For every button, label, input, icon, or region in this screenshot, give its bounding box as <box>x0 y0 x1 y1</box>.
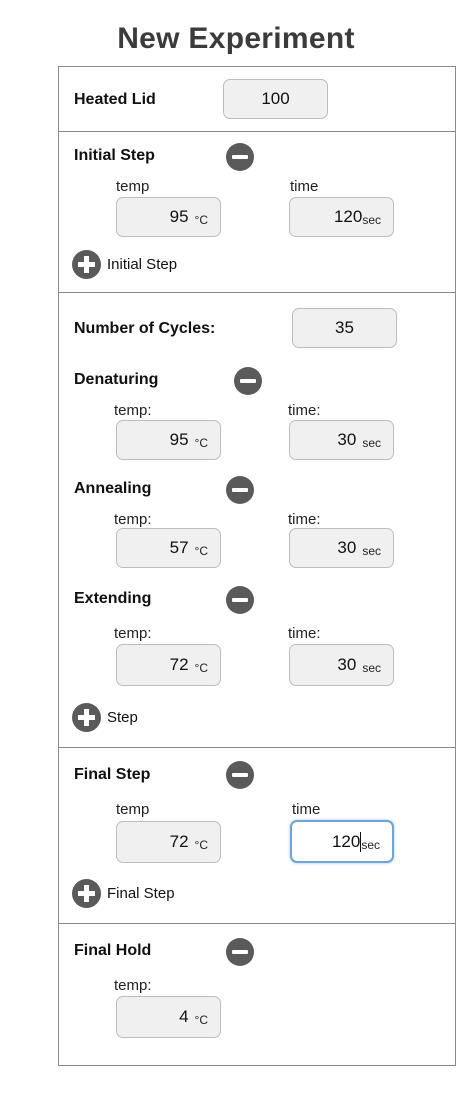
extending-time-value: 30 <box>337 655 357 674</box>
annealing-label: Annealing <box>74 480 152 497</box>
extending-temp-input[interactable]: 72 °C <box>116 644 221 686</box>
page-title: New Experiment <box>117 22 355 55</box>
denaturing-time-label: time: <box>288 402 321 419</box>
denaturing-temp-input[interactable]: 95 °C <box>116 420 221 460</box>
section-divider <box>59 923 455 924</box>
remove-extending-icon[interactable] <box>226 586 254 614</box>
final-temp-value: 72 <box>169 832 189 851</box>
denaturing-temp-unit: °C <box>194 436 208 450</box>
add-final-step-label: Final Step <box>107 885 175 902</box>
initial-time-unit: sec <box>362 213 381 227</box>
remove-final-hold-icon[interactable] <box>226 938 254 966</box>
heated-lid-label: Heated Lid <box>74 91 156 108</box>
add-step-label: Step <box>107 709 138 726</box>
final-hold-label: Final Hold <box>74 942 152 959</box>
final-time-unit: sec <box>361 837 380 852</box>
denaturing-time-input[interactable]: 30 sec <box>289 420 394 460</box>
cycles-label: Number of Cycles: <box>74 320 216 337</box>
final-hold-temp-label: temp: <box>114 977 152 994</box>
annealing-temp-label: temp: <box>114 511 152 528</box>
heated-lid-input[interactable]: 100 <box>223 79 328 119</box>
final-hold-temp-unit: °C <box>194 1013 208 1027</box>
cycles-input[interactable]: 35 <box>292 308 397 348</box>
cycles-value: 35 <box>335 318 354 337</box>
final-time-label: time <box>292 801 321 818</box>
extending-temp-value: 72 <box>169 655 189 674</box>
initial-time-label: time <box>290 178 319 195</box>
section-divider <box>59 747 455 748</box>
annealing-time-label: time: <box>288 511 321 528</box>
denaturing-label: Denaturing <box>74 371 159 388</box>
annealing-time-input[interactable]: 30 sec <box>289 528 394 568</box>
initial-temp-label: temp <box>116 178 150 195</box>
extending-time-unit: sec <box>362 661 381 675</box>
add-initial-step-button[interactable]: Initial Step <box>72 250 177 279</box>
initial-temp-unit: °C <box>194 213 208 227</box>
add-step-button[interactable]: Step <box>72 703 138 732</box>
annealing-temp-value: 57 <box>169 538 189 557</box>
extending-temp-label: temp: <box>114 625 152 642</box>
extending-time-input[interactable]: 30 sec <box>289 644 394 686</box>
section-divider <box>59 131 455 132</box>
final-hold-temp-input[interactable]: 4 °C <box>116 996 221 1038</box>
plus-circle-icon <box>72 703 101 732</box>
final-temp-input[interactable]: 72 °C <box>116 821 221 863</box>
remove-denaturing-icon[interactable] <box>234 367 262 395</box>
remove-final-step-icon[interactable] <box>226 761 254 789</box>
denaturing-temp-label: temp: <box>114 402 152 419</box>
denaturing-temp-value: 95 <box>169 430 189 449</box>
plus-circle-icon <box>72 250 101 279</box>
final-step-label: Final Step <box>74 766 151 783</box>
initial-time-value: 120 <box>333 207 363 226</box>
denaturing-time-value: 30 <box>337 430 357 449</box>
final-temp-label: temp <box>116 801 150 818</box>
denaturing-time-unit: sec <box>362 436 381 450</box>
plus-circle-icon <box>72 879 101 908</box>
initial-temp-input[interactable]: 95 °C <box>116 197 221 237</box>
extending-temp-unit: °C <box>194 661 208 675</box>
final-hold-temp-value: 4 <box>179 1007 189 1026</box>
remove-initial-step-icon[interactable] <box>226 143 254 171</box>
remove-annealing-icon[interactable] <box>226 476 254 504</box>
extending-time-label: time: <box>288 625 321 642</box>
initial-step-label: Initial Step <box>74 147 155 164</box>
extending-label: Extending <box>74 590 152 607</box>
annealing-temp-unit: °C <box>194 544 208 558</box>
experiment-panel: Heated Lid 100 Initial Step temp time 95… <box>58 66 456 1066</box>
final-temp-unit: °C <box>194 838 208 852</box>
final-time-input[interactable]: 120 sec <box>290 820 394 863</box>
initial-temp-value: 95 <box>169 207 189 226</box>
initial-time-input[interactable]: 120 sec <box>289 197 394 237</box>
add-final-step-button[interactable]: Final Step <box>72 879 175 908</box>
annealing-time-value: 30 <box>337 538 357 557</box>
annealing-time-unit: sec <box>362 544 381 558</box>
add-initial-step-label: Initial Step <box>107 256 178 273</box>
section-divider <box>59 292 455 293</box>
heated-lid-value: 100 <box>261 89 290 108</box>
final-time-value: 120 <box>331 831 361 851</box>
annealing-temp-input[interactable]: 57 °C <box>116 528 221 568</box>
